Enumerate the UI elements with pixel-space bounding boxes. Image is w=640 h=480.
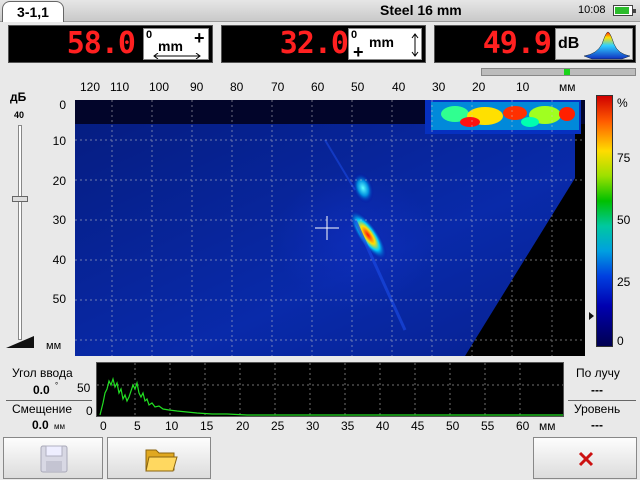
unit-box: 0 mm + bbox=[348, 28, 422, 62]
readout-value: 49.9 bbox=[482, 26, 552, 61]
plus-icon: + bbox=[353, 42, 364, 62]
x-tick-label: 30 bbox=[432, 80, 446, 94]
divider bbox=[6, 400, 92, 401]
top-bar: 3-1,1 Steel 16 mm 10:08 bbox=[0, 0, 640, 22]
threshold-marker-icon[interactable] bbox=[589, 312, 594, 320]
unit-label: mm bbox=[369, 34, 394, 50]
x-tick-label: 20 bbox=[472, 80, 486, 94]
colorbar-tick: 75 bbox=[617, 151, 631, 165]
bscan-heatmap bbox=[75, 100, 585, 356]
material-title: Steel 16 mm bbox=[380, 2, 462, 18]
x-tick-label: 10 bbox=[516, 80, 530, 94]
colorbar-unit: % bbox=[617, 96, 628, 110]
x-tick-label: 80 bbox=[230, 80, 244, 94]
unit-label: dB bbox=[558, 35, 580, 52]
close-icon bbox=[578, 451, 594, 467]
open-folder-button[interactable] bbox=[107, 437, 211, 479]
plus-icon: + bbox=[194, 28, 205, 48]
ascan-x-tick: 45 bbox=[411, 419, 425, 433]
readout-value: 58.0 bbox=[66, 26, 136, 61]
offset-label: Смещение bbox=[12, 402, 73, 416]
ascan-x-tick: 50 bbox=[446, 419, 460, 433]
offset-unit: мм bbox=[54, 422, 65, 431]
colorbar-tick: 0 bbox=[617, 334, 624, 348]
x-tick-label: 100 bbox=[149, 80, 170, 94]
offset-value: 0.0 bbox=[32, 418, 49, 432]
tab-scheme[interactable]: 3-1,1 bbox=[2, 1, 64, 22]
angle-value: 0.0 bbox=[33, 383, 50, 397]
readout-depth-x[interactable]: 58.0 0 mm + bbox=[8, 25, 213, 63]
y-tick-label: 10 bbox=[52, 134, 66, 148]
gain-value: 40 bbox=[14, 110, 25, 120]
x-tick-label: 70 bbox=[271, 80, 285, 94]
y-tick-label: 20 bbox=[52, 174, 66, 188]
ascan-x-tick: 10 bbox=[165, 419, 179, 433]
gain-ramp-icon bbox=[6, 336, 34, 348]
x-tick-label: 50 bbox=[351, 80, 365, 94]
beam-value: --- bbox=[591, 383, 603, 397]
readout-value: 32.0 bbox=[279, 26, 349, 61]
level-value: --- bbox=[591, 418, 603, 432]
ascan-y-tick: 50 bbox=[77, 381, 91, 395]
y-tick-label: 0 bbox=[59, 98, 66, 112]
amplitude-colorbar bbox=[596, 95, 613, 347]
save-button[interactable] bbox=[3, 437, 103, 479]
ascan-x-tick: 40 bbox=[376, 419, 390, 433]
ascan-x-tick: 60 bbox=[516, 419, 530, 433]
x-tick-label: 40 bbox=[392, 80, 406, 94]
ascan-x-tick: 20 bbox=[236, 419, 250, 433]
colorbar-tick: 25 bbox=[617, 275, 631, 289]
angle-label: Угол ввода bbox=[12, 366, 73, 380]
unit-box: dB bbox=[555, 28, 633, 60]
gain-unit-label: дБ bbox=[10, 90, 27, 104]
peak-surface-icon bbox=[583, 31, 631, 60]
ascan-x-tick: 30 bbox=[306, 419, 320, 433]
ascan-x-tick: 0 bbox=[100, 419, 107, 433]
ascan-x-tick: 35 bbox=[341, 419, 355, 433]
close-button[interactable] bbox=[533, 437, 637, 479]
floppy-disk-icon bbox=[40, 445, 68, 473]
bscan-panel: 120 110 100 90 80 70 60 50 40 30 20 10 м… bbox=[44, 80, 590, 358]
horizontal-arrow-icon bbox=[153, 53, 201, 59]
bscan-image[interactable] bbox=[75, 100, 585, 356]
folder-icon bbox=[145, 449, 178, 472]
readout-depth-y[interactable]: 32.0 0 mm + bbox=[221, 25, 426, 63]
ascan-x-unit: мм bbox=[539, 419, 556, 433]
ascan-y-tick: 0 bbox=[86, 404, 93, 418]
ascan-x-tick: 5 bbox=[134, 419, 141, 433]
x-tick-label: 60 bbox=[311, 80, 325, 94]
colorbar-tick: 50 bbox=[617, 213, 631, 227]
ascan-trace bbox=[97, 363, 563, 416]
unit-box: 0 mm + bbox=[143, 28, 209, 60]
level-label: Уровень bbox=[574, 402, 621, 416]
y-tick-label: 50 bbox=[52, 292, 66, 306]
readout-amplitude[interactable]: 49.9 dB bbox=[434, 25, 636, 63]
ascan-plot[interactable] bbox=[96, 362, 564, 417]
x-unit-label: мм bbox=[559, 80, 576, 94]
x-tick-label: 120 bbox=[80, 80, 101, 94]
x-tick-label: 90 bbox=[190, 80, 204, 94]
y-tick-label: 40 bbox=[52, 253, 66, 267]
clock: 10:08 bbox=[578, 4, 606, 16]
ascan-x-tick: 15 bbox=[200, 419, 214, 433]
ascan-x-tick: 55 bbox=[481, 419, 495, 433]
y-unit-label: мм bbox=[46, 340, 62, 352]
beam-label: По лучу bbox=[576, 366, 620, 380]
divider bbox=[568, 400, 636, 401]
unit-label: mm bbox=[158, 38, 183, 54]
ascan-x-tick: 25 bbox=[271, 419, 285, 433]
y-tick-label: 30 bbox=[52, 213, 66, 227]
gain-slider-handle[interactable] bbox=[12, 196, 28, 202]
vertical-arrow-icon bbox=[411, 33, 419, 57]
x-tick-label: 110 bbox=[110, 80, 130, 94]
scan-position-indicator[interactable] bbox=[481, 68, 636, 76]
gain-slider-track[interactable] bbox=[18, 125, 22, 340]
battery-icon bbox=[613, 5, 636, 16]
angle-unit: ° bbox=[55, 381, 59, 390]
